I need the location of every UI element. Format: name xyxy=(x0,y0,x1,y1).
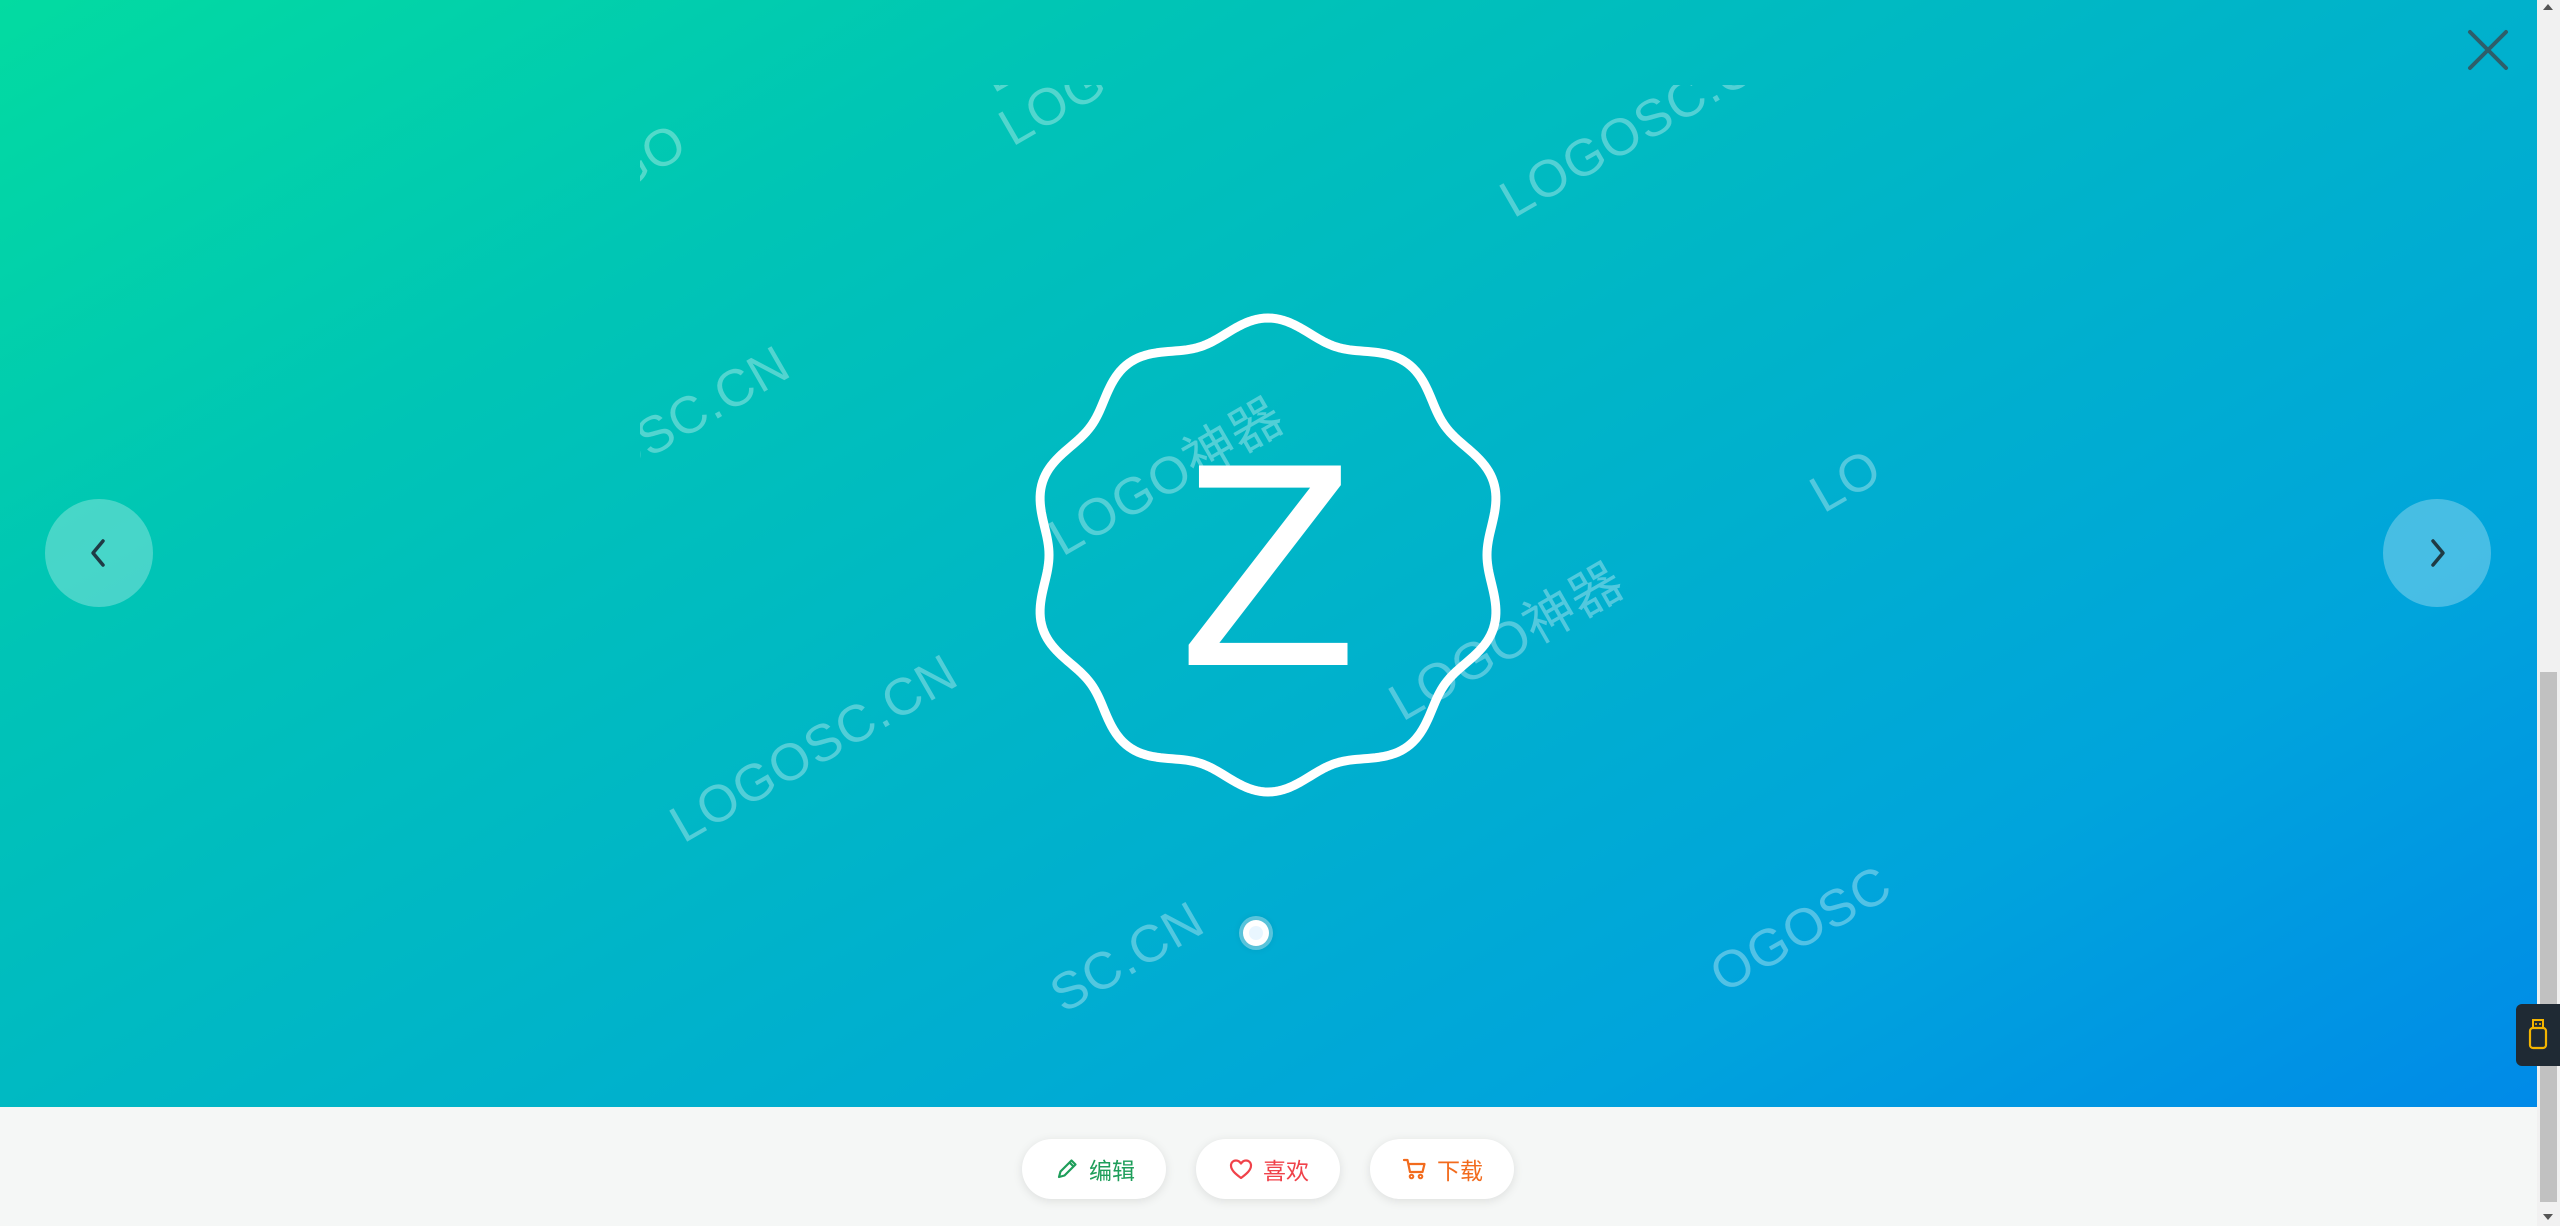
heart-icon xyxy=(1229,1159,1253,1180)
previous-slide-button[interactable] xyxy=(45,499,153,607)
chevron-right-icon xyxy=(2431,539,2445,567)
scroll-up-arrow[interactable] xyxy=(2543,4,2553,10)
logo-badge: Z xyxy=(1035,313,1501,797)
scroll-thumb[interactable] xyxy=(2540,672,2557,1202)
close-icon xyxy=(2468,30,2508,70)
scroll-down-arrow[interactable] xyxy=(2543,1214,2553,1220)
logo-letter: Z xyxy=(1179,403,1356,727)
chevron-left-icon xyxy=(91,539,105,567)
watermark-text: LO xyxy=(1800,438,1892,525)
watermark-text: OGOSC.C xyxy=(1700,827,1896,1005)
slide-indicator-dot[interactable] xyxy=(1243,920,1269,946)
close-button[interactable] xyxy=(2460,22,2516,78)
edit-button[interactable]: 编辑 xyxy=(1022,1139,1166,1199)
watermark-text: SC.CN xyxy=(1040,890,1214,1020)
next-slide-button[interactable] xyxy=(2383,499,2491,607)
like-label: 喜欢 xyxy=(1263,1158,1309,1184)
watermark-text: LOGOSC.CN xyxy=(660,643,968,855)
download-label: 下载 xyxy=(1437,1158,1483,1184)
logo-preview-viewer: LOGOSC.CN LOGO神器 LOGOSC.CN OSC.CN LOGO神器… xyxy=(0,0,2537,1107)
action-bar: 编辑 喜欢 下载 xyxy=(0,1107,2537,1226)
watermark-text: OSC.CN xyxy=(640,334,800,490)
watermark-text: GO xyxy=(640,112,697,205)
cart-icon xyxy=(1402,1158,1426,1180)
usb-drive-icon xyxy=(2528,1019,2548,1050)
side-tool-widget[interactable] xyxy=(2516,1004,2560,1066)
watermark-text: LOGOSC.CN xyxy=(1490,85,1798,230)
pencil-icon xyxy=(1057,1159,1077,1179)
edit-label: 编辑 xyxy=(1089,1158,1135,1184)
download-button[interactable]: 下载 xyxy=(1370,1139,1514,1199)
watermark-text: LOGO神器 xyxy=(983,85,1246,160)
like-button[interactable]: 喜欢 xyxy=(1196,1139,1340,1199)
watermark-text: LOGOSC.CN xyxy=(970,85,1278,105)
